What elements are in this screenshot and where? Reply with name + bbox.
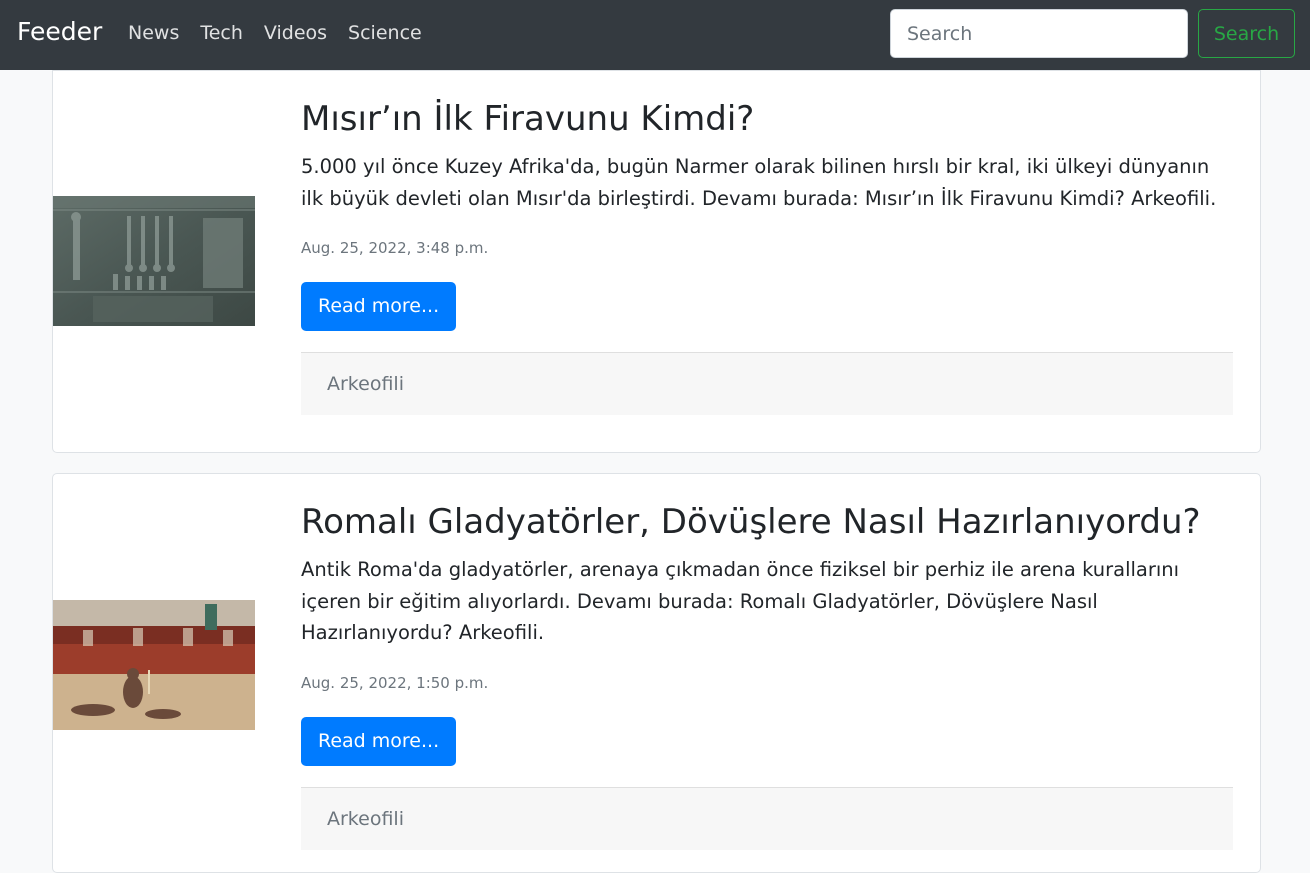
article-date: Aug. 25, 2022, 1:50 p.m. [301, 673, 489, 692]
article-title[interactable]: Mısır’ın İlk Firavunu Kimdi? [301, 97, 1233, 141]
article-source: Arkeofili [301, 786, 1233, 850]
article-body: Romalı Gladyatörler, Dövüşlere Nasıl Haz… [301, 500, 1233, 850]
article-card: Mısır’ın İlk Firavunu Kimdi? 5.000 yıl ö… [52, 70, 1261, 453]
top-navbar: Feeder News Tech Videos Science Search [0, 0, 1310, 70]
nav-links: News Tech Videos Science [128, 19, 443, 47]
narmer-palette-image [53, 196, 255, 326]
gladiator-painting-image [53, 600, 255, 730]
article-date: Aug. 25, 2022, 3:48 p.m. [301, 239, 489, 257]
article-card: Romalı Gladyatörler, Dövüşlere Nasıl Haz… [52, 473, 1261, 873]
brand-logo[interactable]: Feeder [17, 15, 102, 49]
article-description: 5.000 yıl önce Kuzey Afrika'da, bugün Na… [301, 155, 1217, 210]
nav-link-tech[interactable]: Tech [200, 19, 243, 47]
article-source: Arkeofili [301, 352, 1233, 415]
article-description: Antik Roma'da gladyatörler, arenaya çıkm… [301, 558, 1180, 644]
search-button[interactable]: Search [1198, 9, 1295, 58]
article-thumbnail[interactable] [53, 600, 255, 730]
article-thumbnail[interactable] [53, 196, 255, 326]
nav-link-science[interactable]: Science [348, 19, 422, 47]
nav-link-news[interactable]: News [128, 19, 179, 47]
article-body: Mısır’ın İlk Firavunu Kimdi? 5.000 yıl ö… [301, 97, 1233, 415]
read-more-button[interactable]: Read more... [301, 282, 457, 331]
search-input[interactable] [890, 9, 1188, 58]
nav-link-videos[interactable]: Videos [264, 19, 327, 47]
article-title[interactable]: Romalı Gladyatörler, Dövüşlere Nasıl Haz… [301, 500, 1233, 544]
read-more-button[interactable]: Read more... [301, 716, 457, 766]
